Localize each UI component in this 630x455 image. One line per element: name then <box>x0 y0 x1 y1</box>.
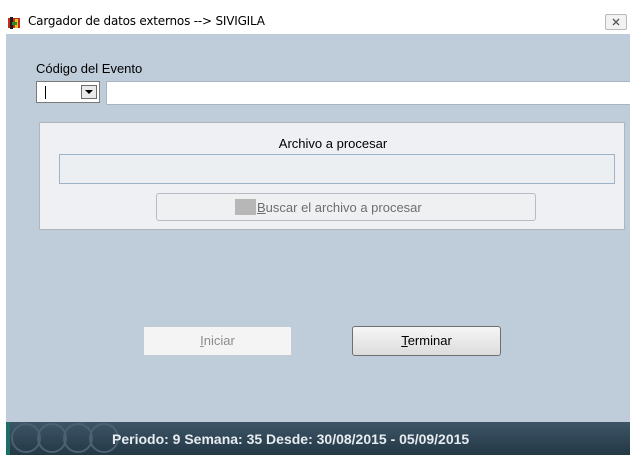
browse-file-label: Buscar el archivo a procesar <box>257 199 422 215</box>
archivo-title: Archivo a procesar <box>278 136 388 151</box>
close-button[interactable] <box>605 14 627 30</box>
browse-file-button[interactable]: Buscar el archivo a procesar <box>156 193 536 221</box>
terminar-button[interactable]: Terminar <box>352 326 501 356</box>
app-logo-icon <box>8 17 20 29</box>
window-title: Cargador de datos externos --> SIVIGILA <box>28 14 265 28</box>
iniciar-button[interactable]: Iniciar <box>143 326 292 356</box>
evento-code-combobox[interactable] <box>36 81 100 103</box>
archivo-panel: Archivo a procesar Buscar el archivo a p… <box>39 122 625 230</box>
file-path-field[interactable] <box>59 154 615 184</box>
combobox-dropdown-button[interactable] <box>81 85 97 99</box>
status-bar: Periodo: 9 Semana: 35 Desde: 30/08/2015 … <box>6 422 630 455</box>
folder-icon <box>235 199 256 215</box>
text-cursor <box>45 86 46 99</box>
evento-label: Código del Evento <box>36 61 143 76</box>
close-icon <box>612 18 620 26</box>
loader-window: Cargador de datos externos --> SIVIGILA … <box>6 8 630 455</box>
title-bar: Cargador de datos externos --> SIVIGILA <box>6 8 630 34</box>
evento-description-field[interactable] <box>106 81 630 105</box>
period-status-text: Periodo: 9 Semana: 35 Desde: 30/08/2015 … <box>112 431 470 447</box>
